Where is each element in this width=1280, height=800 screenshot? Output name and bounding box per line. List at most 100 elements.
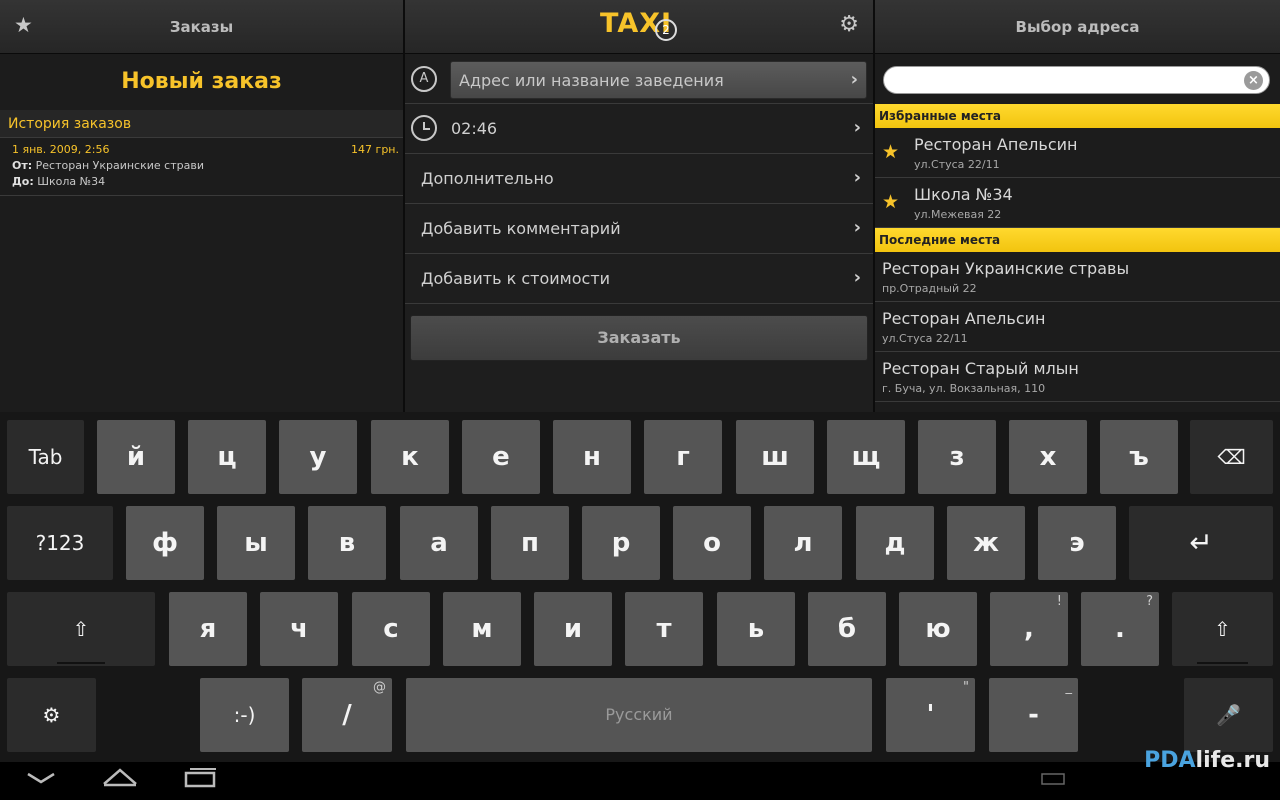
- key-letter[interactable]: н: [553, 420, 631, 494]
- key-symbols[interactable]: ?123: [7, 506, 113, 580]
- recent-place-item[interactable]: Ресторан Старый млын г. Буча, ул. Вокзал…: [875, 352, 1280, 402]
- comma-label: ,: [1024, 614, 1034, 644]
- key-letter[interactable]: м: [443, 592, 521, 666]
- recent-header: Последние места: [875, 228, 1280, 252]
- keyboard-icon: [1041, 773, 1065, 785]
- key-letter[interactable]: ы: [217, 506, 295, 580]
- key-letter[interactable]: ц: [188, 420, 266, 494]
- new-order-button[interactable]: Новый заказ: [0, 54, 403, 110]
- key-letter[interactable]: ш: [736, 420, 814, 494]
- key-letter[interactable]: л: [764, 506, 842, 580]
- watermark-pda: PDA: [1144, 748, 1196, 773]
- apostrophe-label: ': [926, 700, 935, 730]
- order-price: 147 грн.: [351, 143, 399, 156]
- place-name: Ресторан Украинские стравы: [882, 259, 1130, 278]
- order-from-label: От:: [12, 159, 33, 172]
- star-icon: ★: [882, 141, 900, 163]
- key-letter[interactable]: й: [97, 420, 175, 494]
- more-options-label: Дополнительно: [421, 169, 554, 188]
- add-cost-row[interactable]: Добавить к стоимости ›: [405, 254, 873, 304]
- add-comment-row[interactable]: Добавить комментарий ›: [405, 204, 873, 254]
- address-topbar: Выбор адреса: [875, 0, 1280, 54]
- order-to: До: Школа №34: [12, 174, 391, 190]
- shift-right-key[interactable]: ⇧: [1172, 592, 1273, 666]
- key-letter[interactable]: э: [1038, 506, 1116, 580]
- key-letter[interactable]: в: [308, 506, 386, 580]
- key-letter[interactable]: е: [462, 420, 540, 494]
- period-label: .: [1115, 614, 1125, 644]
- enter-icon[interactable]: ↵: [1129, 506, 1273, 580]
- key-letter[interactable]: г: [644, 420, 722, 494]
- key-letter[interactable]: ъ: [1100, 420, 1178, 494]
- key-letter[interactable]: у: [279, 420, 357, 494]
- key-letter[interactable]: ч: [260, 592, 338, 666]
- key-letter[interactable]: ф: [126, 506, 204, 580]
- key-period[interactable]: . ?: [1081, 592, 1159, 666]
- recent-place-item[interactable]: Ресторан Апельсин ул.Стуса 22/11: [875, 302, 1280, 352]
- key-letter[interactable]: к: [371, 420, 449, 494]
- submit-order-button[interactable]: Заказать: [410, 315, 868, 361]
- taxi-topbar: TAXI 2 ⚙: [405, 0, 873, 54]
- backspace-icon[interactable]: ⌫: [1190, 420, 1273, 494]
- shift-icon: ⇧: [72, 617, 90, 641]
- address-select-panel: Выбор адреса × Избранные места ★ Рестора…: [875, 0, 1280, 412]
- home-icon[interactable]: [100, 762, 140, 800]
- search-input[interactable]: ×: [883, 66, 1270, 94]
- favorites-header: Избранные места: [875, 104, 1280, 128]
- place-address: г. Буча, ул. Вокзальная, 110: [882, 382, 1046, 395]
- favorite-place-item[interactable]: ★ Школа №34 ул.Межевая 22: [875, 178, 1280, 228]
- key-apostrophe[interactable]: ' ": [886, 678, 975, 752]
- place-address: ул.Стуса 22/11: [914, 158, 1000, 171]
- time-row[interactable]: 02:46 ›: [405, 104, 873, 154]
- more-options-row[interactable]: Дополнительно ›: [405, 154, 873, 204]
- space-key[interactable]: Русский: [406, 678, 872, 752]
- clear-icon[interactable]: ×: [1244, 71, 1263, 90]
- search-bar: ×: [875, 54, 1280, 104]
- key-letter[interactable]: б: [808, 592, 886, 666]
- key-comma[interactable]: , !: [990, 592, 1068, 666]
- order-to-value: Школа №34: [37, 175, 106, 188]
- order-from-value: Ресторан Украинские страви: [35, 159, 204, 172]
- key-letter[interactable]: з: [918, 420, 996, 494]
- key-letter[interactable]: щ: [827, 420, 905, 494]
- shift-indicator: [1197, 662, 1248, 664]
- key-letter[interactable]: и: [534, 592, 612, 666]
- place-name: Школа №34: [914, 185, 1013, 204]
- star-icon: ★: [882, 191, 900, 213]
- order-from: От: Ресторан Украинские страви: [12, 158, 391, 174]
- key-letter[interactable]: а: [400, 506, 478, 580]
- shift-left-key[interactable]: ⇧: [7, 592, 155, 666]
- key-letter[interactable]: д: [856, 506, 934, 580]
- gear-icon[interactable]: ⚙: [839, 13, 859, 37]
- key-letter[interactable]: п: [491, 506, 569, 580]
- key-dash[interactable]: - _: [989, 678, 1078, 752]
- recent-apps-icon[interactable]: [182, 762, 220, 800]
- key-tab[interactable]: Tab: [7, 420, 84, 494]
- key-letter[interactable]: р: [582, 506, 660, 580]
- period-hint: ?: [1146, 594, 1153, 609]
- taxi-badge: 2: [655, 19, 677, 41]
- address-input[interactable]: Адрес или название заведения ›: [450, 61, 867, 99]
- app-root: ★ Заказы Новый заказ История заказов 1 я…: [0, 0, 1280, 800]
- orders-title: Заказы: [169, 18, 234, 36]
- new-order-panel: TAXI 2 ⚙ A Адрес или название заведения …: [405, 0, 873, 412]
- key-slash[interactable]: / @: [302, 678, 392, 752]
- key-letter[interactable]: с: [352, 592, 430, 666]
- key-letter[interactable]: т: [625, 592, 703, 666]
- key-letter[interactable]: ь: [717, 592, 795, 666]
- key-smiley[interactable]: :-): [200, 678, 289, 752]
- dash-label: -: [1028, 700, 1039, 730]
- recent-place-item[interactable]: Ресторан Украинские стравы пр.Отрадный 2…: [875, 252, 1280, 302]
- order-to-label: До:: [12, 175, 34, 188]
- key-letter[interactable]: х: [1009, 420, 1087, 494]
- settings-sliders-icon[interactable]: ⚙: [7, 678, 96, 752]
- key-letter[interactable]: ю: [899, 592, 977, 666]
- hide-keyboard-icon[interactable]: [24, 762, 58, 800]
- microphone-icon[interactable]: 🎤: [1184, 678, 1273, 752]
- key-letter[interactable]: я: [169, 592, 247, 666]
- order-date: 1 янв. 2009, 2:56: [12, 143, 110, 156]
- key-letter[interactable]: о: [673, 506, 751, 580]
- favorite-place-item[interactable]: ★ Ресторан Апельсин ул.Стуса 22/11: [875, 128, 1280, 178]
- key-letter[interactable]: ж: [947, 506, 1025, 580]
- order-history-item[interactable]: 1 янв. 2009, 2:56 147 грн. От: Ресторан …: [0, 138, 403, 196]
